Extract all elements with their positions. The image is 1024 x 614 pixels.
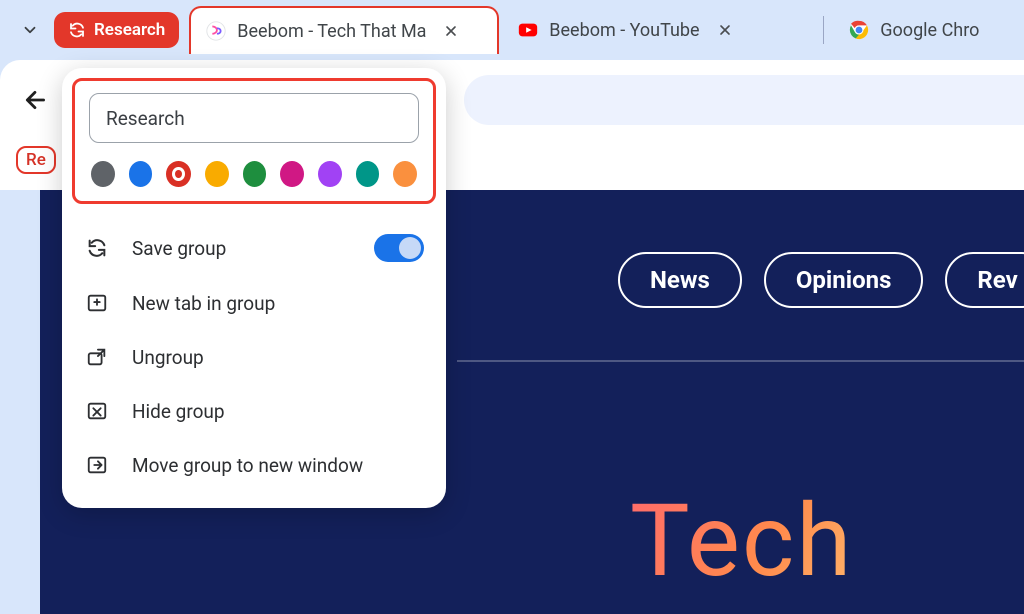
hide-icon — [84, 398, 110, 424]
menu-move-to-new-window[interactable]: Move group to new window — [68, 438, 440, 492]
tab-separator — [823, 16, 824, 44]
nav-reviews[interactable]: Rev — [945, 252, 1024, 308]
nav-news[interactable]: News — [618, 252, 742, 308]
color-blue[interactable] — [129, 161, 153, 187]
youtube-favicon-icon — [517, 19, 539, 41]
group-name-input[interactable] — [89, 93, 419, 143]
tab-search-button[interactable] — [10, 10, 50, 50]
close-tab-button[interactable] — [716, 21, 734, 39]
menu-new-tab-in-group[interactable]: New tab in group — [68, 276, 440, 330]
tab-title: Beebom - Tech That Ma — [237, 21, 426, 42]
color-yellow[interactable] — [205, 161, 229, 187]
save-group-toggle[interactable] — [374, 234, 424, 262]
move-window-icon — [84, 452, 110, 478]
menu-hide-group[interactable]: Hide group — [68, 384, 440, 438]
color-orange[interactable] — [393, 161, 417, 187]
tab-strip: Research Beebom - Tech That Ma Beebom - … — [0, 0, 1024, 60]
color-pink[interactable] — [280, 161, 304, 187]
color-purple[interactable] — [318, 161, 342, 187]
chevron-down-icon — [21, 21, 39, 39]
new-tab-icon — [84, 290, 110, 316]
menu-label: Hide group — [132, 400, 225, 423]
menu-label: New tab in group — [132, 292, 275, 315]
color-green[interactable] — [243, 161, 267, 187]
sync-icon — [68, 21, 86, 39]
arrow-left-icon — [23, 87, 49, 113]
tab-group-context-menu: Save group New tab in group Ungroup Hide… — [62, 68, 446, 508]
tab-title: Beebom - YouTube — [549, 20, 699, 41]
site-nav: News Opinions Rev — [618, 252, 1024, 308]
beebom-favicon-icon — [205, 20, 227, 42]
tab-title: Google Chro — [880, 20, 979, 41]
close-icon — [717, 22, 733, 38]
chrome-favicon-icon — [848, 19, 870, 41]
close-tab-button[interactable] — [442, 22, 460, 40]
tab[interactable]: Beebom - YouTube — [503, 6, 813, 54]
menu-list: Save group New tab in group Ungroup Hide… — [62, 214, 446, 492]
back-button[interactable] — [18, 82, 54, 118]
menu-label: Save group — [132, 237, 226, 260]
divider — [457, 360, 1024, 362]
menu-label: Ungroup — [132, 346, 204, 369]
menu-save-group[interactable]: Save group — [68, 220, 440, 276]
group-badge-partial: Re — [16, 146, 56, 174]
group-edit-highlight — [72, 78, 436, 204]
tab-group-pill[interactable]: Research — [54, 12, 179, 48]
menu-label: Move group to new window — [132, 454, 363, 477]
color-red[interactable] — [166, 161, 191, 187]
menu-ungroup[interactable]: Ungroup — [68, 330, 440, 384]
sync-icon — [84, 235, 110, 261]
color-grey[interactable] — [91, 161, 115, 187]
ungroup-icon — [84, 344, 110, 370]
close-icon — [443, 23, 459, 39]
tab-active[interactable]: Beebom - Tech That Ma — [189, 6, 499, 54]
tab[interactable]: Google Chro — [834, 6, 1014, 54]
tab-group-name: Research — [94, 20, 165, 40]
color-teal[interactable] — [356, 161, 380, 187]
color-swatch-row — [89, 161, 419, 187]
hero-heading: Tech — [630, 483, 853, 600]
address-bar[interactable] — [464, 75, 1024, 125]
nav-opinions[interactable]: Opinions — [764, 252, 924, 308]
